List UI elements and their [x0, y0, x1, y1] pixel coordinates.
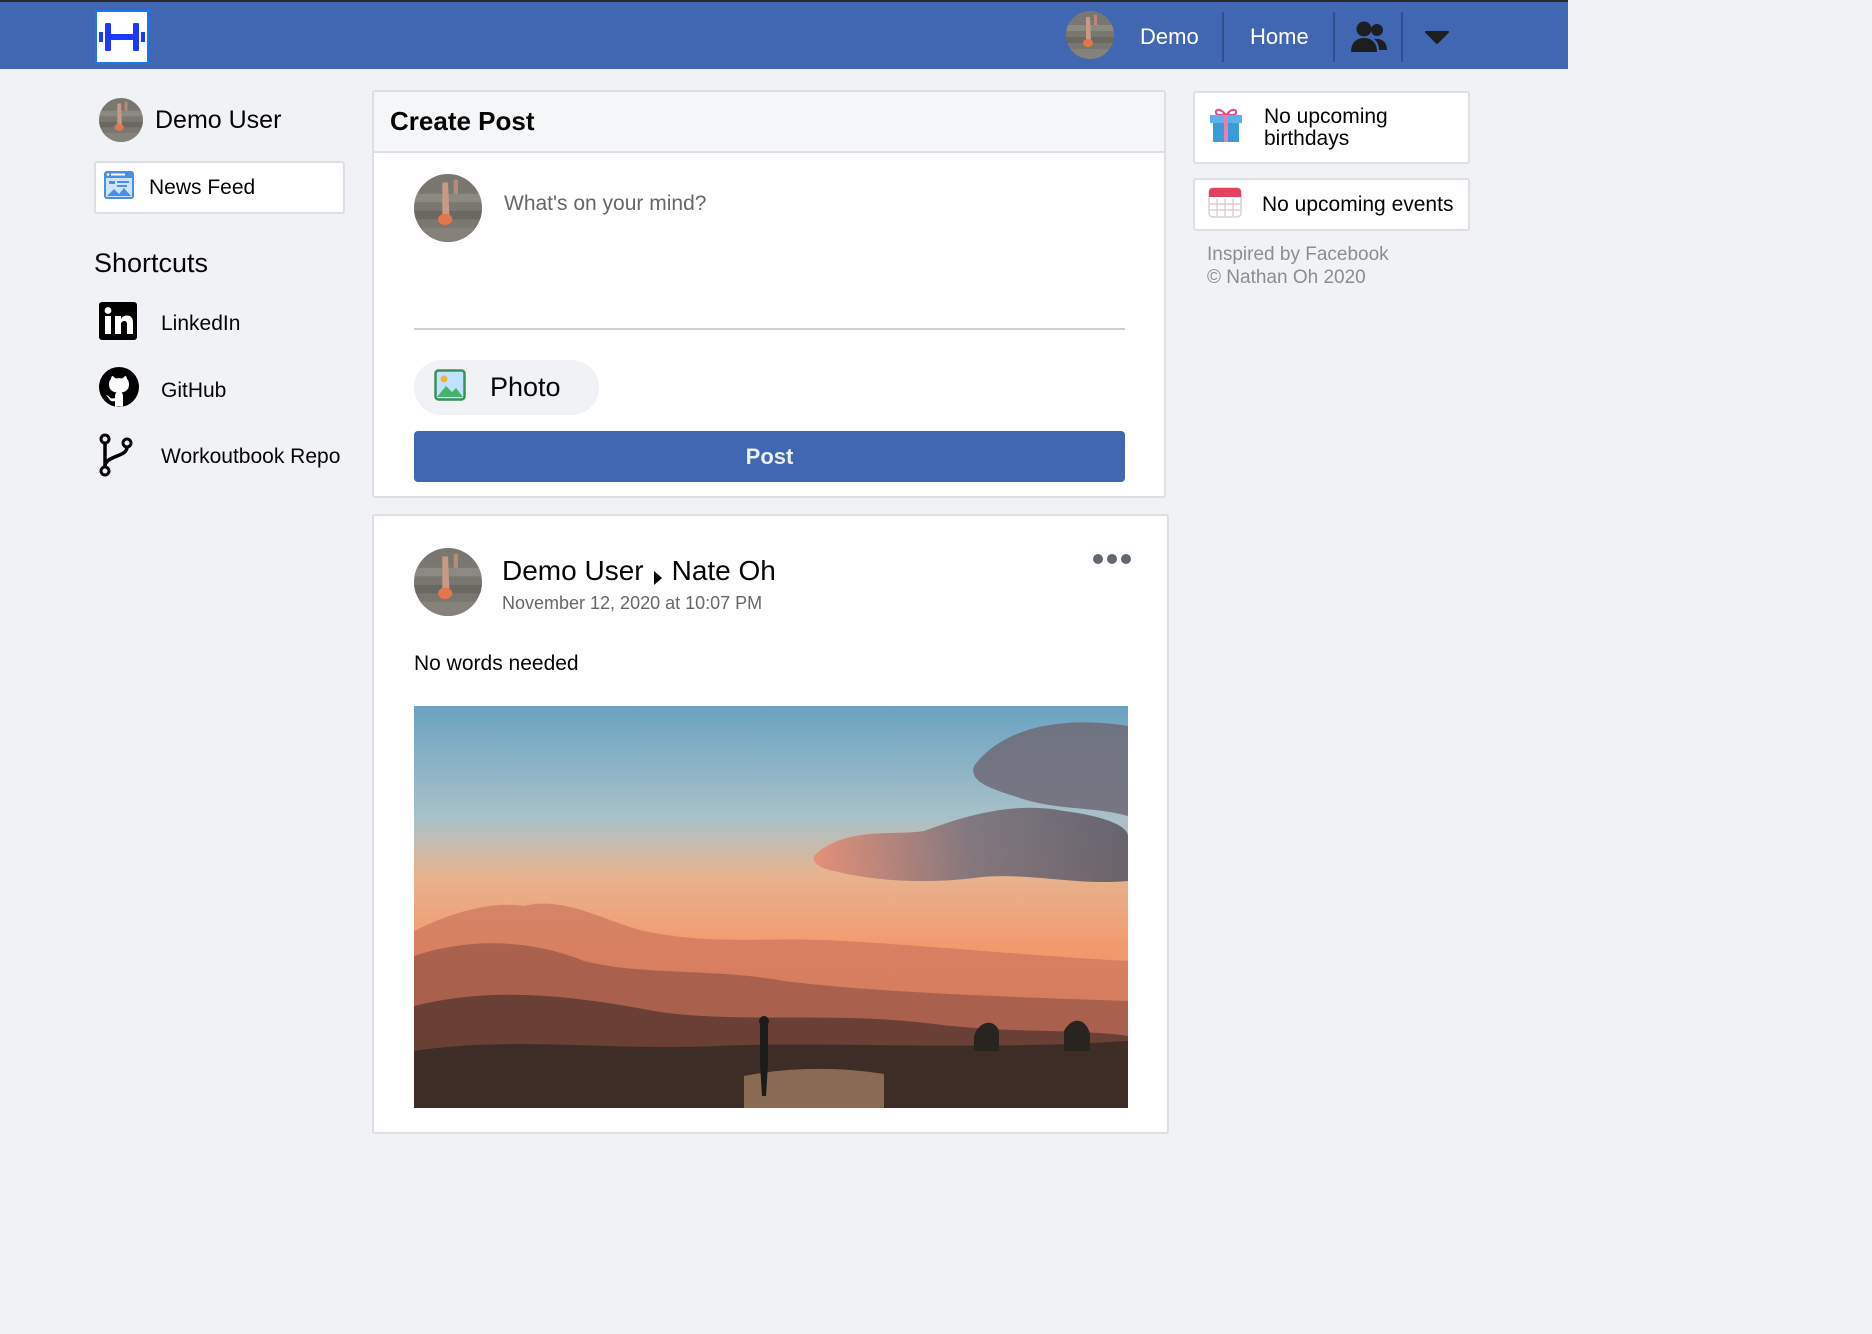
avatar [99, 98, 143, 142]
create-post-card: Create Post Photo Post [372, 90, 1166, 498]
avatar [414, 174, 482, 242]
post-text-input[interactable] [504, 192, 1124, 216]
gift-icon [1208, 106, 1244, 149]
post-timestamp: November 12, 2020 at 10:07 PM [502, 593, 763, 613]
shortcut-github[interactable]: GitHub [98, 366, 226, 408]
post-author-line: Demo User Nate Oh [502, 555, 776, 587]
shortcut-label: Workoutbook Repo [161, 445, 341, 468]
feed-post: Demo User Nate Oh November 12, 2020 at 1… [372, 514, 1169, 1134]
nav-divider [1222, 12, 1224, 62]
photo-icon [434, 369, 466, 406]
nav-divider [1333, 12, 1335, 62]
nav-home-link[interactable]: Home [1250, 23, 1309, 51]
friends-icon[interactable] [1350, 20, 1388, 54]
create-post-title: Create Post [390, 106, 535, 136]
post-body: No words needed [414, 652, 579, 675]
news-feed-icon [103, 170, 135, 205]
profile-name: Demo User [155, 105, 282, 134]
sidebar-item-news-feed[interactable]: News Feed [94, 161, 345, 214]
sidebar-item-label: News Feed [149, 175, 256, 199]
git-branch-icon [98, 433, 140, 477]
post-image[interactable] [414, 706, 1128, 1108]
add-photo-button[interactable]: Photo [414, 360, 599, 415]
post-recipient[interactable]: Nate Oh [672, 555, 776, 587]
footer-copyright: © Nathan Oh 2020 [1207, 267, 1366, 288]
shortcut-workoutbook-repo[interactable]: Workoutbook Repo [98, 433, 340, 477]
more-options-icon[interactable] [1091, 552, 1133, 566]
submit-post-button[interactable]: Post [414, 431, 1125, 482]
birthdays-text: No upcoming birthdays [1264, 104, 1388, 150]
events-text: No upcoming events [1262, 192, 1454, 216]
nav-divider [1401, 12, 1403, 62]
caret-right-icon [652, 562, 664, 585]
dumbbell-logo-icon[interactable] [95, 10, 149, 64]
photo-label: Photo [490, 372, 561, 402]
birthdays-card: No upcoming birthdays [1193, 91, 1470, 164]
create-post-header: Create Post [374, 92, 1164, 153]
events-card: No upcoming events [1193, 178, 1470, 231]
shortcuts-heading: Shortcuts [94, 248, 209, 278]
shortcut-linkedin[interactable]: LinkedIn [98, 301, 240, 343]
post-author[interactable]: Demo User [502, 555, 644, 587]
footer-inspired: Inspired by Facebook [1207, 244, 1389, 265]
nav-avatar[interactable] [1066, 11, 1114, 59]
sidebar-profile[interactable]: Demo User [99, 98, 281, 142]
divider [414, 328, 1125, 330]
top-nav-bar: Demo Home [0, 0, 1568, 69]
nav-user-link[interactable]: Demo [1140, 23, 1199, 51]
linkedin-icon [98, 301, 140, 343]
shortcut-label: GitHub [161, 379, 227, 402]
calendar-icon [1208, 186, 1242, 223]
caret-down-icon[interactable] [1424, 29, 1450, 45]
avatar[interactable] [414, 548, 482, 616]
github-icon [98, 366, 140, 408]
shortcut-label: LinkedIn [161, 312, 241, 335]
